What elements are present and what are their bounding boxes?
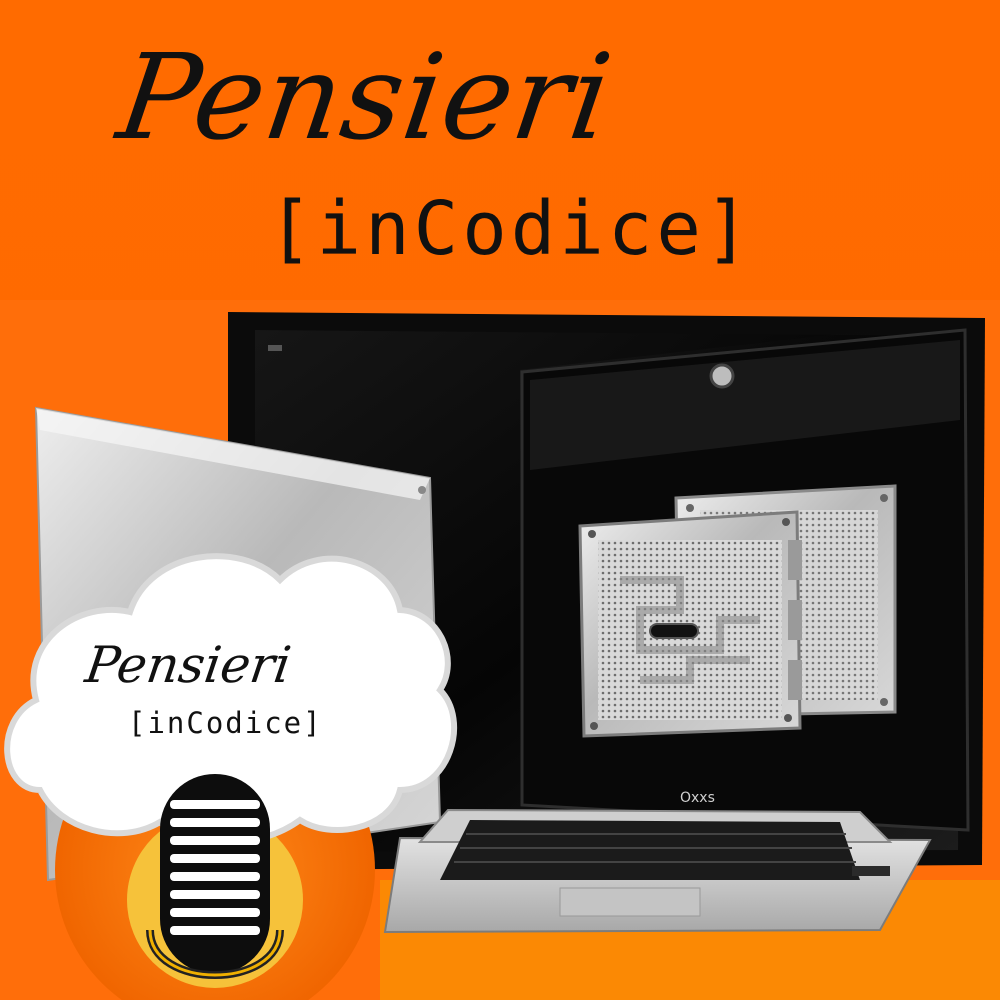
trackpad (559, 887, 701, 917)
microphone-icon (146, 774, 284, 979)
page-title-script: Pensieri (110, 28, 620, 166)
badge-title-script: Pensieri (81, 636, 295, 694)
monitor-indicator (268, 345, 282, 351)
camera-icon (709, 363, 735, 389)
keyboard (440, 820, 860, 880)
badge-title-code: [inCodice] (128, 706, 323, 740)
server-module-front (578, 510, 802, 738)
page-title-code: [inCodice] (268, 186, 754, 272)
podcast-cover: Pensieri [inCodice] Pensieri [inCodice] … (0, 0, 1000, 1000)
slot-icon (649, 623, 699, 639)
laptop (383, 808, 932, 934)
laptop-brand-label: Oxxs (680, 790, 715, 806)
